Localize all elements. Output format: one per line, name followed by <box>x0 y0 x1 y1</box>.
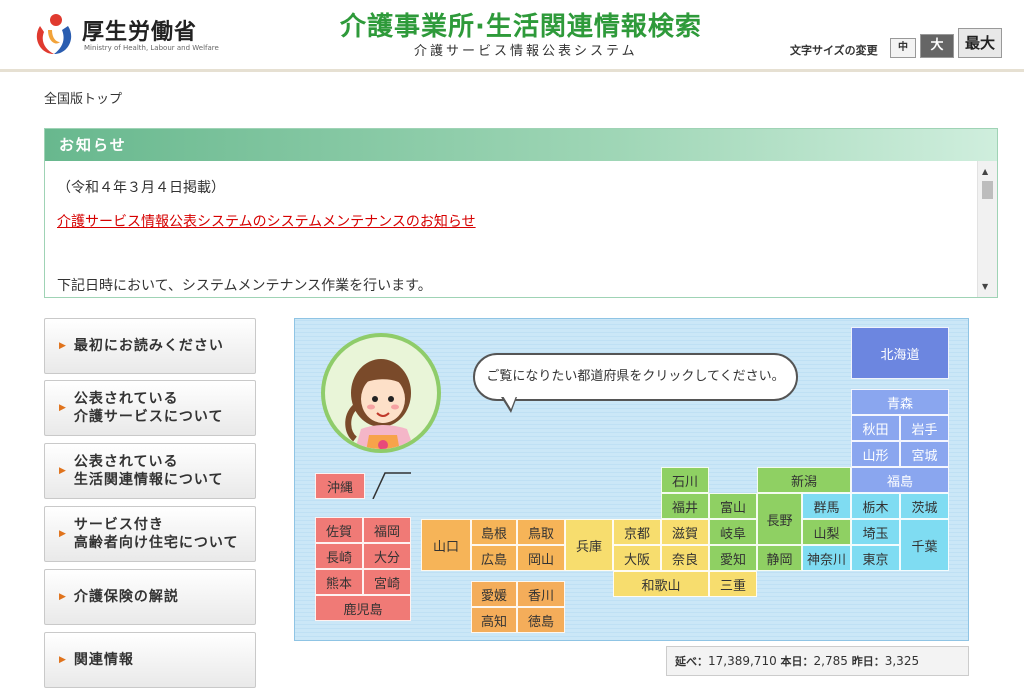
menu-label: 介護保険の解説 <box>73 589 179 605</box>
mhlw-logo-name[interactable]: 厚生労働省 <box>82 14 197 46</box>
pref-kyoto[interactable]: 京都 <box>613 519 661 545</box>
pref-wakayama[interactable]: 和歌山 <box>613 571 709 597</box>
menu-read-first-button[interactable]: ▶ 最初にお読みください <box>44 318 256 374</box>
pref-fukushima[interactable]: 福島 <box>851 467 949 493</box>
menu-label: 公表されている 生活関連情報について <box>73 454 224 488</box>
menu-label: 公表されている 介護サービスについて <box>73 391 224 425</box>
pref-hokkaido[interactable]: 北海道 <box>851 327 949 379</box>
prefecture-map: ご覧になりたい都道府県をクリックしてください。 北海道 青森 秋田 岩手 山形 … <box>294 318 969 641</box>
pref-mie[interactable]: 三重 <box>709 571 757 597</box>
pref-ishikawa[interactable]: 石川 <box>661 467 709 493</box>
scroll-down-icon[interactable]: ▼ <box>982 282 988 291</box>
pref-chiba[interactable]: 千葉 <box>900 519 949 571</box>
menu-related-info-button[interactable]: ▶ 関連情報 <box>44 632 256 688</box>
pref-shiga[interactable]: 滋賀 <box>661 519 709 545</box>
notice-link[interactable]: 介護サービス情報公表システムのシステムメンテナンスのお知らせ <box>57 211 985 231</box>
menu-label: 関連情報 <box>73 652 134 668</box>
menu-label: 最初にお読みください <box>73 338 224 354</box>
font-size-large-button[interactable]: 大 <box>920 34 954 58</box>
font-size-label: 文字サイズの変更 <box>790 44 878 57</box>
notice-panel: お知らせ （令和４年３月４日掲載） 介護サービス情報公表システムのシステムメンテ… <box>44 128 998 298</box>
yesterday-value: 3,325 <box>884 654 920 668</box>
pref-shimane[interactable]: 島根 <box>471 519 517 545</box>
pref-miyazaki[interactable]: 宮崎 <box>363 569 411 595</box>
pref-hyogo[interactable]: 兵庫 <box>565 519 613 571</box>
notice-title: お知らせ <box>45 129 997 161</box>
menu-label: サービス付き 高齢者向け住宅について <box>73 517 239 551</box>
pref-aichi[interactable]: 愛知 <box>709 545 757 571</box>
pref-kagawa[interactable]: 香川 <box>517 581 565 607</box>
notice-text: 下記日時において、システムメンテナンス作業を行います。 <box>57 278 432 294</box>
menu-living-info-button[interactable]: ▶ 公表されている 生活関連情報について <box>44 443 256 499</box>
pref-ibaraki[interactable]: 茨城 <box>900 493 949 519</box>
triangle-right-icon: ▶ <box>59 466 66 476</box>
pref-toyama[interactable]: 富山 <box>709 493 757 519</box>
mhlw-logo-subtitle: Ministry of Health, Labour and Welfare <box>84 44 219 52</box>
pref-yamanashi[interactable]: 山梨 <box>802 519 851 545</box>
breadcrumb: 全国版トップ <box>44 92 123 107</box>
pref-osaka[interactable]: 大阪 <box>613 545 661 571</box>
pref-ehime[interactable]: 愛媛 <box>471 581 517 607</box>
yesterday-label: 昨日： <box>851 655 885 668</box>
pref-tottori[interactable]: 鳥取 <box>517 519 565 545</box>
mhlw-logo-icon[interactable] <box>34 12 74 56</box>
today-label: 本日： <box>780 655 814 668</box>
guide-character-icon <box>321 333 441 453</box>
menu-care-services-button[interactable]: ▶ 公表されている 介護サービスについて <box>44 380 256 436</box>
pref-yamagata[interactable]: 山形 <box>851 441 900 467</box>
menu-senior-housing-button[interactable]: ▶ サービス付き 高齢者向け住宅について <box>44 506 256 562</box>
pref-oita[interactable]: 大分 <box>363 543 411 569</box>
font-size-medium-button[interactable]: 中 <box>890 38 916 58</box>
notice-scrollbar[interactable]: ▲ ▼ <box>977 161 997 297</box>
total-value: 17,389,710 <box>708 654 777 668</box>
site-subtitle: 介護サービス情報公表システム <box>414 44 638 59</box>
today-value: 2,785 <box>813 654 848 668</box>
okinawa-divider-line <box>372 472 411 499</box>
pref-fukui[interactable]: 福井 <box>661 493 709 519</box>
pref-iwate[interactable]: 岩手 <box>900 415 949 441</box>
pref-hiroshima[interactable]: 広島 <box>471 545 517 571</box>
site-header: 厚生労働省 Ministry of Health, Labour and Wel… <box>0 0 1024 72</box>
triangle-right-icon: ▶ <box>59 592 66 602</box>
pref-miyagi[interactable]: 宮城 <box>900 441 949 467</box>
pref-saitama[interactable]: 埼玉 <box>851 519 900 545</box>
pref-saga[interactable]: 佐賀 <box>315 517 363 543</box>
pref-yamaguchi[interactable]: 山口 <box>421 519 471 571</box>
pref-gifu[interactable]: 岐阜 <box>709 519 757 545</box>
speech-tail-inner <box>503 396 516 409</box>
pref-tokyo[interactable]: 東京 <box>851 545 900 571</box>
triangle-right-icon: ▶ <box>59 341 66 351</box>
pref-nagano[interactable]: 長野 <box>757 493 802 545</box>
pref-tokushima[interactable]: 徳島 <box>517 607 565 633</box>
triangle-right-icon: ▶ <box>59 529 66 539</box>
pref-kagoshima[interactable]: 鹿児島 <box>315 595 411 621</box>
scrollbar-thumb[interactable] <box>982 181 993 199</box>
triangle-right-icon: ▶ <box>59 403 66 413</box>
pref-okayama[interactable]: 岡山 <box>517 545 565 571</box>
access-counter: 延べ：17,389,710 本日：2,785 昨日：3,325 <box>666 646 969 676</box>
notice-body: （令和４年３月４日掲載） 介護サービス情報公表システムのシステムメンテナンスのお… <box>45 161 997 297</box>
pref-shizuoka[interactable]: 静岡 <box>757 545 802 571</box>
font-size-max-button[interactable]: 最大 <box>958 28 1002 58</box>
pref-tochigi[interactable]: 栃木 <box>851 493 900 519</box>
pref-nagasaki[interactable]: 長崎 <box>315 543 363 569</box>
pref-okinawa[interactable]: 沖縄 <box>315 473 365 499</box>
pref-kanagawa[interactable]: 神奈川 <box>802 545 851 571</box>
pref-nara[interactable]: 奈良 <box>661 545 709 571</box>
pref-aomori[interactable]: 青森 <box>851 389 949 415</box>
instruction-speech-bubble: ご覧になりたい都道府県をクリックしてください。 <box>473 353 798 401</box>
pref-akita[interactable]: 秋田 <box>851 415 900 441</box>
triangle-right-icon: ▶ <box>59 655 66 665</box>
total-label: 延べ： <box>675 655 708 668</box>
pref-gunma[interactable]: 群馬 <box>802 493 851 519</box>
menu-insurance-button[interactable]: ▶ 介護保険の解説 <box>44 569 256 625</box>
pref-niigata[interactable]: 新潟 <box>757 467 851 493</box>
pref-fukuoka[interactable]: 福岡 <box>363 517 411 543</box>
site-title: 介護事業所·生活関連情報検索 <box>340 12 702 42</box>
pref-kumamoto[interactable]: 熊本 <box>315 569 363 595</box>
notice-date: （令和４年３月４日掲載） <box>57 180 225 196</box>
pref-kochi[interactable]: 高知 <box>471 607 517 633</box>
scroll-up-icon[interactable]: ▲ <box>982 167 988 176</box>
